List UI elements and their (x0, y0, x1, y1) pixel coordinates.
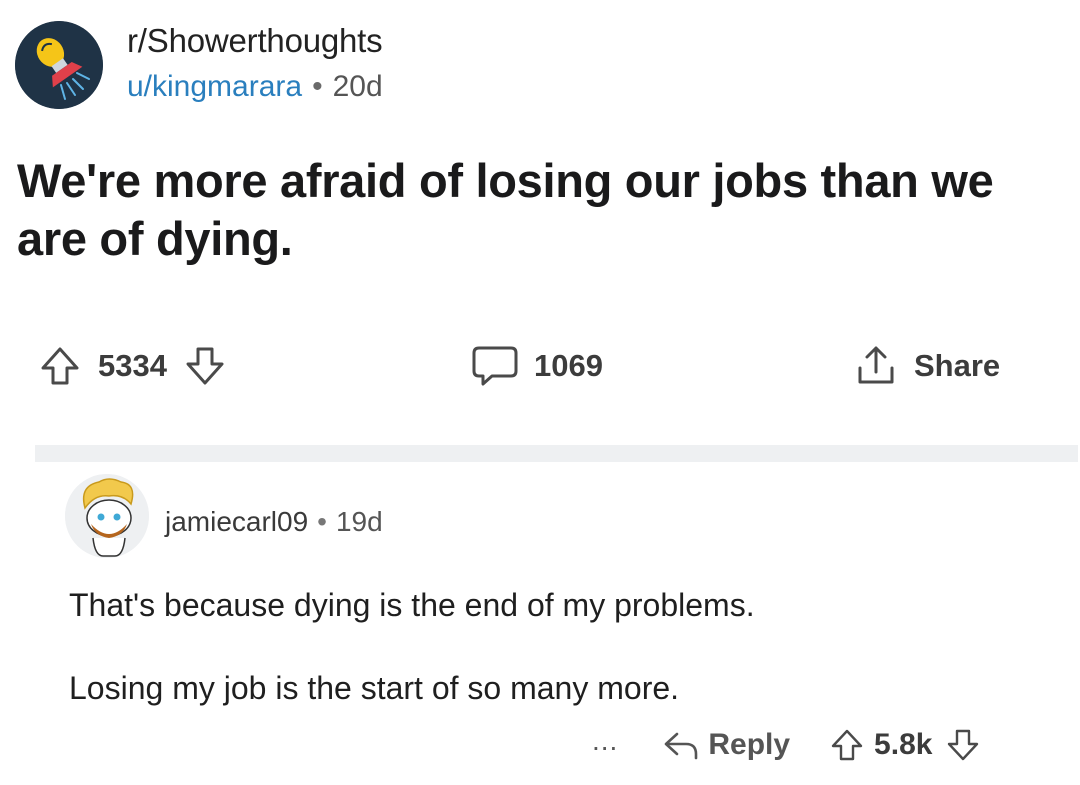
meta-separator: • (312, 70, 323, 103)
section-divider (35, 445, 1078, 462)
comment-count: 1069 (534, 348, 603, 383)
lightbulb-shower-icon (15, 21, 103, 109)
reply-label: Reply (708, 728, 791, 761)
comment-meta: jamiecarl09 • 19d (165, 506, 383, 538)
reply-button[interactable]: Reply (662, 728, 790, 762)
post-score: 5334 (98, 348, 167, 383)
subreddit-avatar[interactable] (15, 21, 103, 109)
share-icon-wrap (852, 342, 900, 390)
share-button[interactable]: Share (852, 338, 1000, 394)
comments-button[interactable]: 1069 (470, 338, 603, 394)
post-title[interactable]: We're more afraid of losing our jobs tha… (17, 152, 1057, 268)
arrow-up-outline-icon (831, 729, 863, 761)
comment-icon-wrap (470, 343, 520, 389)
post-age: 20d (332, 70, 383, 103)
comment-downvote-button[interactable] (946, 727, 980, 763)
share-label: Share (914, 348, 1001, 383)
comment-meta-separator: • (317, 506, 327, 537)
arrow-up-outline-icon (41, 347, 79, 385)
comment-score: 5.8k (874, 728, 933, 761)
downvote-button[interactable] (183, 344, 227, 388)
more-options-button[interactable]: ... (592, 725, 618, 757)
comment-paragraph: That's because dying is the end of my pr… (69, 587, 755, 623)
reply-arrow-icon (665, 732, 698, 760)
arrow-down-outline-icon (948, 729, 979, 761)
arrow-down-outline-icon (186, 347, 224, 385)
snoo-avatar-icon (65, 474, 149, 558)
post-meta: u/kingmarara • 20d (127, 70, 383, 104)
comment-age: 19d (335, 506, 383, 537)
comment-author[interactable]: jamiecarl09 (165, 506, 308, 537)
comment-paragraph: Losing my job is the start of so many mo… (69, 670, 680, 706)
comment-upvote-button[interactable] (830, 727, 864, 763)
upload-share-icon (858, 346, 894, 384)
post-vote-bar: 5334 (38, 338, 227, 394)
speech-bubble-icon (472, 346, 518, 386)
comment-avatar[interactable] (65, 474, 149, 558)
post-author-link[interactable]: u/kingmarara (127, 70, 302, 103)
comment-action-bar: ... Reply 5.8k (592, 722, 980, 768)
upvote-button[interactable] (38, 344, 82, 388)
subreddit-name[interactable]: r/Showerthoughts (127, 22, 383, 60)
